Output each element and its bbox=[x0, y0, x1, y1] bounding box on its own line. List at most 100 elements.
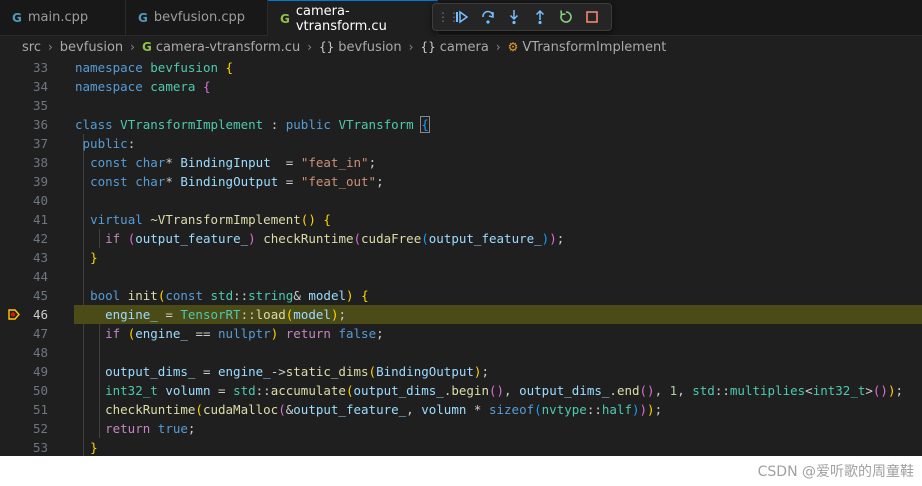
line-number: 39 bbox=[32, 174, 48, 189]
code-line[interactable]: 41 virtual ~VTransformImplement() { bbox=[0, 210, 922, 229]
step-into-button[interactable] bbox=[503, 6, 525, 28]
step-out-icon bbox=[535, 9, 545, 25]
line-number: 44 bbox=[32, 269, 48, 284]
debug-toolbar: ⋮⋮ bbox=[432, 3, 612, 31]
code-line[interactable]: 42 if (output_feature_) checkRuntime(cud… bbox=[0, 229, 922, 248]
step-over-button[interactable] bbox=[477, 6, 499, 28]
code-line[interactable]: 43 } bbox=[0, 248, 922, 267]
chevron-right-icon: › bbox=[130, 40, 135, 54]
code-line[interactable]: 40 bbox=[0, 191, 922, 210]
code-text: engine_ = TensorRT::load(model); bbox=[105, 307, 346, 322]
tab-camera-vtransform-cu[interactable]: G camera-vtransform.cu bbox=[268, 0, 438, 36]
code-text: return true; bbox=[105, 421, 196, 436]
breadcrumb: src › bevfusion › G camera-vtransform.cu… bbox=[0, 36, 922, 58]
line-number: 49 bbox=[32, 364, 48, 379]
line-number: 36 bbox=[32, 117, 48, 132]
line-number: 43 bbox=[32, 250, 48, 265]
line-number: 33 bbox=[32, 60, 48, 75]
stop-icon bbox=[586, 11, 598, 23]
code-text: } bbox=[90, 440, 98, 455]
line-number: 41 bbox=[32, 212, 48, 227]
code-text: int32_t volumn = std::accumulate(output_… bbox=[105, 383, 904, 398]
code-line[interactable]: 33 namespace bevfusion { bbox=[0, 58, 922, 77]
code-editor[interactable]: 33 namespace bevfusion { 34 namespace ca… bbox=[0, 58, 922, 456]
cpp-file-icon: G bbox=[138, 10, 148, 25]
code-line[interactable]: 38 const char* BindingInput = "feat_in"; bbox=[0, 153, 922, 172]
code-text: bool init(const std::string& model) { bbox=[90, 288, 369, 303]
code-line[interactable]: 36 class VTransformImplement : public VT… bbox=[0, 115, 922, 134]
drag-handle-icon[interactable]: ⋮⋮ bbox=[437, 10, 460, 24]
breadcrumb-namespace-bevfusion[interactable]: bevfusion bbox=[338, 40, 401, 55]
code-text: public: bbox=[82, 136, 136, 151]
code-line[interactable]: 48 bbox=[0, 343, 922, 362]
cuda-file-icon: G bbox=[280, 11, 290, 26]
code-line[interactable]: 53 } bbox=[0, 438, 922, 457]
continue-button[interactable] bbox=[451, 6, 473, 28]
line-number: 42 bbox=[32, 231, 48, 246]
code-text: if (output_feature_) checkRuntime(cudaFr… bbox=[105, 231, 565, 246]
code-line[interactable]: 39 const char* BindingOutput = "feat_out… bbox=[0, 172, 922, 191]
watermark: CSDN @爱听歌的周童鞋 bbox=[757, 464, 914, 480]
cpp-file-icon: G bbox=[12, 10, 22, 25]
line-number: 51 bbox=[32, 402, 48, 417]
restart-button[interactable] bbox=[555, 6, 577, 28]
line-number: 37 bbox=[32, 136, 48, 151]
tab-label: camera-vtransform.cu bbox=[295, 3, 387, 34]
code-text: output_dims_ = engine_->static_dims(Bind… bbox=[105, 364, 489, 379]
code-line[interactable]: 44 bbox=[0, 267, 922, 286]
code-text: class VTransformImplement : public VTran… bbox=[75, 116, 430, 133]
breadcrumb-file[interactable]: camera-vtransform.cu bbox=[156, 40, 300, 55]
code-text: const char* BindingOutput = "feat_out"; bbox=[90, 174, 384, 189]
code-line-current[interactable]: 46 engine_ = TensorRT::load(model); bbox=[0, 305, 922, 324]
chevron-right-icon: › bbox=[408, 40, 414, 54]
code-line[interactable]: 50 int32_t volumn = std::accumulate(outp… bbox=[0, 381, 922, 400]
restart-icon bbox=[560, 10, 572, 23]
code-line[interactable]: 37 public: bbox=[0, 134, 922, 153]
line-number: 45 bbox=[32, 288, 48, 303]
code-line[interactable]: 51 checkRuntime(cudaMalloc(&output_featu… bbox=[0, 400, 922, 419]
tab-label: bevfusion.cpp bbox=[153, 10, 245, 25]
code-line[interactable]: 45 bool init(const std::string& model) { bbox=[0, 286, 922, 305]
tab-bevfusion-cpp[interactable]: G bevfusion.cpp bbox=[126, 0, 268, 35]
code-line[interactable]: 52 return true; bbox=[0, 419, 922, 438]
line-number: 46 bbox=[32, 307, 48, 322]
chevron-right-icon: › bbox=[495, 40, 501, 54]
tab-main-cpp[interactable]: G main.cpp bbox=[0, 0, 126, 35]
code-text: const char* BindingInput = "feat_in"; bbox=[90, 155, 377, 170]
step-out-button[interactable] bbox=[529, 6, 551, 28]
namespace-icon: {} bbox=[420, 40, 436, 54]
chevron-right-icon: › bbox=[47, 40, 53, 54]
namespace-icon: {} bbox=[319, 40, 335, 54]
line-number: 52 bbox=[32, 421, 48, 436]
breadcrumb-folder-bevfusion[interactable]: bevfusion bbox=[60, 40, 123, 55]
step-into-icon bbox=[509, 10, 519, 25]
line-number: 48 bbox=[32, 345, 48, 360]
breadcrumb-folder-src[interactable]: src bbox=[22, 40, 41, 55]
code-line[interactable]: 34 namespace camera { bbox=[0, 77, 922, 96]
tab-label: main.cpp bbox=[27, 10, 89, 25]
code-text: virtual ~VTransformImplement() { bbox=[90, 212, 331, 227]
line-number: 34 bbox=[32, 79, 48, 94]
code-line[interactable]: 47 if (engine_ == nullptr) return false; bbox=[0, 324, 922, 343]
code-line[interactable]: 49 output_dims_ = engine_->static_dims(B… bbox=[0, 362, 922, 381]
code-text: checkRuntime(cudaMalloc(&output_feature_… bbox=[105, 402, 663, 417]
code-text: namespace bevfusion { bbox=[75, 60, 234, 75]
stop-button[interactable] bbox=[581, 6, 603, 28]
code-line[interactable]: 35 bbox=[0, 96, 922, 115]
chevron-right-icon: › bbox=[307, 40, 312, 54]
code-text: namespace camera { bbox=[75, 79, 211, 94]
step-over-icon bbox=[482, 10, 494, 24]
breadcrumb-namespace-camera[interactable]: camera bbox=[440, 40, 489, 55]
line-number: 35 bbox=[32, 98, 48, 113]
line-number: 53 bbox=[32, 440, 48, 455]
continue-icon bbox=[456, 10, 469, 24]
line-number: 47 bbox=[32, 326, 48, 341]
code-text: if (engine_ == nullptr) return false; bbox=[105, 326, 384, 341]
breadcrumb-class[interactable]: VTransformImplement bbox=[522, 40, 666, 55]
class-icon: ⚙ bbox=[507, 40, 519, 54]
line-number: 50 bbox=[32, 383, 48, 398]
code-text: } bbox=[90, 250, 98, 265]
image-footer: CSDN @爱听歌的周童鞋 bbox=[0, 456, 922, 486]
line-number: 38 bbox=[32, 155, 48, 170]
cuda-file-icon: G bbox=[141, 40, 152, 54]
